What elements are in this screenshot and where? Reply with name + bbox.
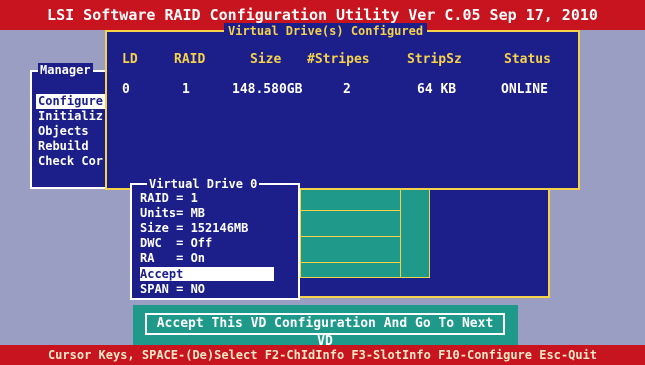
menu-item-check-consistency[interactable]: Check Cor [38, 154, 103, 169]
array-grid [300, 188, 430, 278]
cell-raid: 1 [182, 82, 190, 97]
grid-divider [300, 262, 400, 263]
column-header-stripsz: StripSz [407, 52, 462, 67]
vd0-ra[interactable]: RA = On [140, 251, 205, 265]
cell-stripes: 2 [343, 82, 351, 97]
column-header-size: Size [250, 52, 282, 67]
column-header-ld: LD [122, 52, 138, 67]
app-title: LSI Software RAID Configuration Utility … [47, 6, 598, 24]
accept-vd-button[interactable]: Accept This VD Configuration And Go To N… [145, 313, 505, 349]
cell-ld: 0 [122, 82, 130, 97]
cell-size: 148.580GB [232, 82, 303, 97]
cell-status: ONLINE [501, 82, 548, 97]
grid-divider-vertical [400, 188, 401, 278]
vd0-raid-level[interactable]: RAID = 1 [140, 191, 198, 205]
accept-banner: Accept This VD Configuration And Go To N… [133, 305, 518, 349]
column-header-raid: RAID [174, 52, 206, 67]
menu-item-rebuild[interactable]: Rebuild [38, 139, 89, 154]
vd0-dwc[interactable]: DWC = Off [140, 236, 212, 250]
virtual-drive-0-panel: Virtual Drive 0 RAID = 1 Units= MB Size … [130, 176, 300, 300]
vd0-units[interactable]: Units= MB [140, 206, 205, 220]
menu-item-initialize[interactable]: Initializ [38, 109, 103, 124]
virtual-drives-panel: Virtual Drive(s) Configured LD RAID Size… [105, 23, 580, 190]
grid-divider [300, 210, 400, 211]
status-bar-keys: Cursor Keys, SPACE-(De)Select F2-ChIdInf… [47, 348, 598, 362]
virtual-drive-0-title: Virtual Drive 0 [147, 176, 260, 192]
management-menu-title: Manager [38, 63, 93, 77]
vd0-accept-option[interactable]: Accept [140, 267, 274, 281]
column-header-status: Status [504, 52, 551, 67]
column-header-stripes: #Stripes [307, 52, 370, 67]
vd0-size[interactable]: Size = 152146MB [140, 221, 248, 235]
cell-stripsz: 64 KB [417, 82, 457, 97]
grid-divider [300, 236, 400, 237]
menu-item-objects[interactable]: Objects [38, 124, 89, 139]
status-bar: Cursor Keys, SPACE-(De)Select F2-ChIdInf… [0, 345, 645, 365]
menu-item-configure[interactable]: Configure [36, 94, 106, 109]
vd0-span[interactable]: SPAN = NO [140, 282, 205, 296]
management-menu: Manager Configure Initializ Objects Rebu… [30, 63, 114, 189]
virtual-drives-panel-title: Virtual Drive(s) Configured [224, 23, 428, 39]
